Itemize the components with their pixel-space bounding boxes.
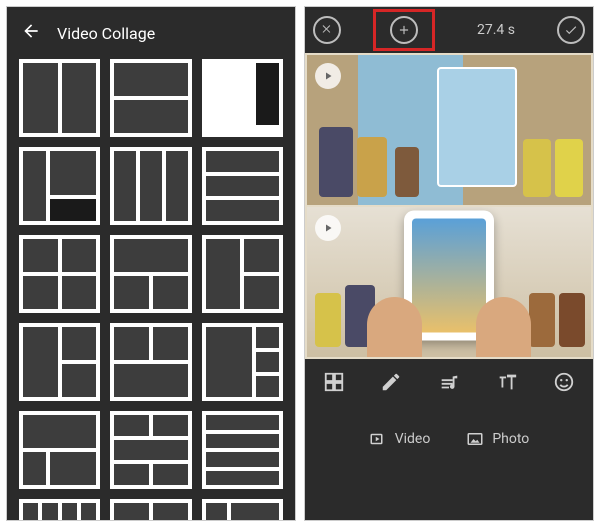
layout-template[interactable] — [202, 323, 283, 401]
layout-template[interactable] — [19, 235, 100, 313]
pencil-icon[interactable] — [380, 371, 402, 397]
layout-grid — [7, 53, 295, 520]
play-icon — [315, 63, 341, 89]
editor-pane: 27.4 s — [304, 6, 594, 521]
layout-template[interactable] — [110, 323, 191, 401]
tool-row — [305, 359, 593, 409]
back-icon[interactable] — [21, 21, 41, 45]
layout-template[interactable] — [19, 323, 100, 401]
video-label: Video — [395, 431, 431, 447]
music-icon[interactable] — [438, 371, 460, 397]
confirm-button[interactable] — [557, 16, 585, 44]
layout-template[interactable] — [202, 235, 283, 313]
collage-preview — [305, 53, 593, 359]
add-photo-option[interactable]: Photo — [466, 430, 529, 448]
play-icon — [315, 215, 341, 241]
text-icon[interactable] — [496, 371, 518, 397]
layout-template[interactable] — [110, 59, 191, 137]
layout-template[interactable] — [110, 411, 191, 489]
close-button[interactable] — [313, 16, 341, 44]
layout-template[interactable] — [110, 235, 191, 313]
photo-label: Photo — [492, 431, 529, 447]
add-button[interactable] — [390, 16, 418, 44]
duration-label: 27.4 s — [467, 22, 525, 38]
layout-template[interactable] — [19, 411, 100, 489]
layout-template[interactable] — [202, 411, 283, 489]
layout-template[interactable] — [19, 59, 100, 137]
add-button-highlight — [373, 9, 435, 51]
clip-1[interactable] — [307, 55, 591, 205]
grid-icon[interactable] — [323, 371, 345, 397]
layout-template[interactable] — [19, 499, 100, 520]
editor-top-bar: 27.4 s — [305, 7, 593, 53]
media-type-row: Video Photo — [305, 409, 593, 469]
layout-template[interactable] — [110, 499, 191, 520]
clip-2[interactable] — [307, 207, 591, 357]
layout-template[interactable] — [110, 147, 191, 225]
layout-template[interactable] — [202, 59, 283, 137]
template-picker-header: Video Collage — [7, 7, 295, 53]
screen-title: Video Collage — [57, 24, 155, 43]
emoji-icon[interactable] — [553, 371, 575, 397]
layout-template[interactable] — [202, 147, 283, 225]
template-picker-pane: Video Collage — [6, 6, 296, 521]
layout-template[interactable] — [19, 147, 100, 225]
add-video-option[interactable]: Video — [369, 430, 431, 448]
layout-template[interactable] — [202, 499, 283, 520]
